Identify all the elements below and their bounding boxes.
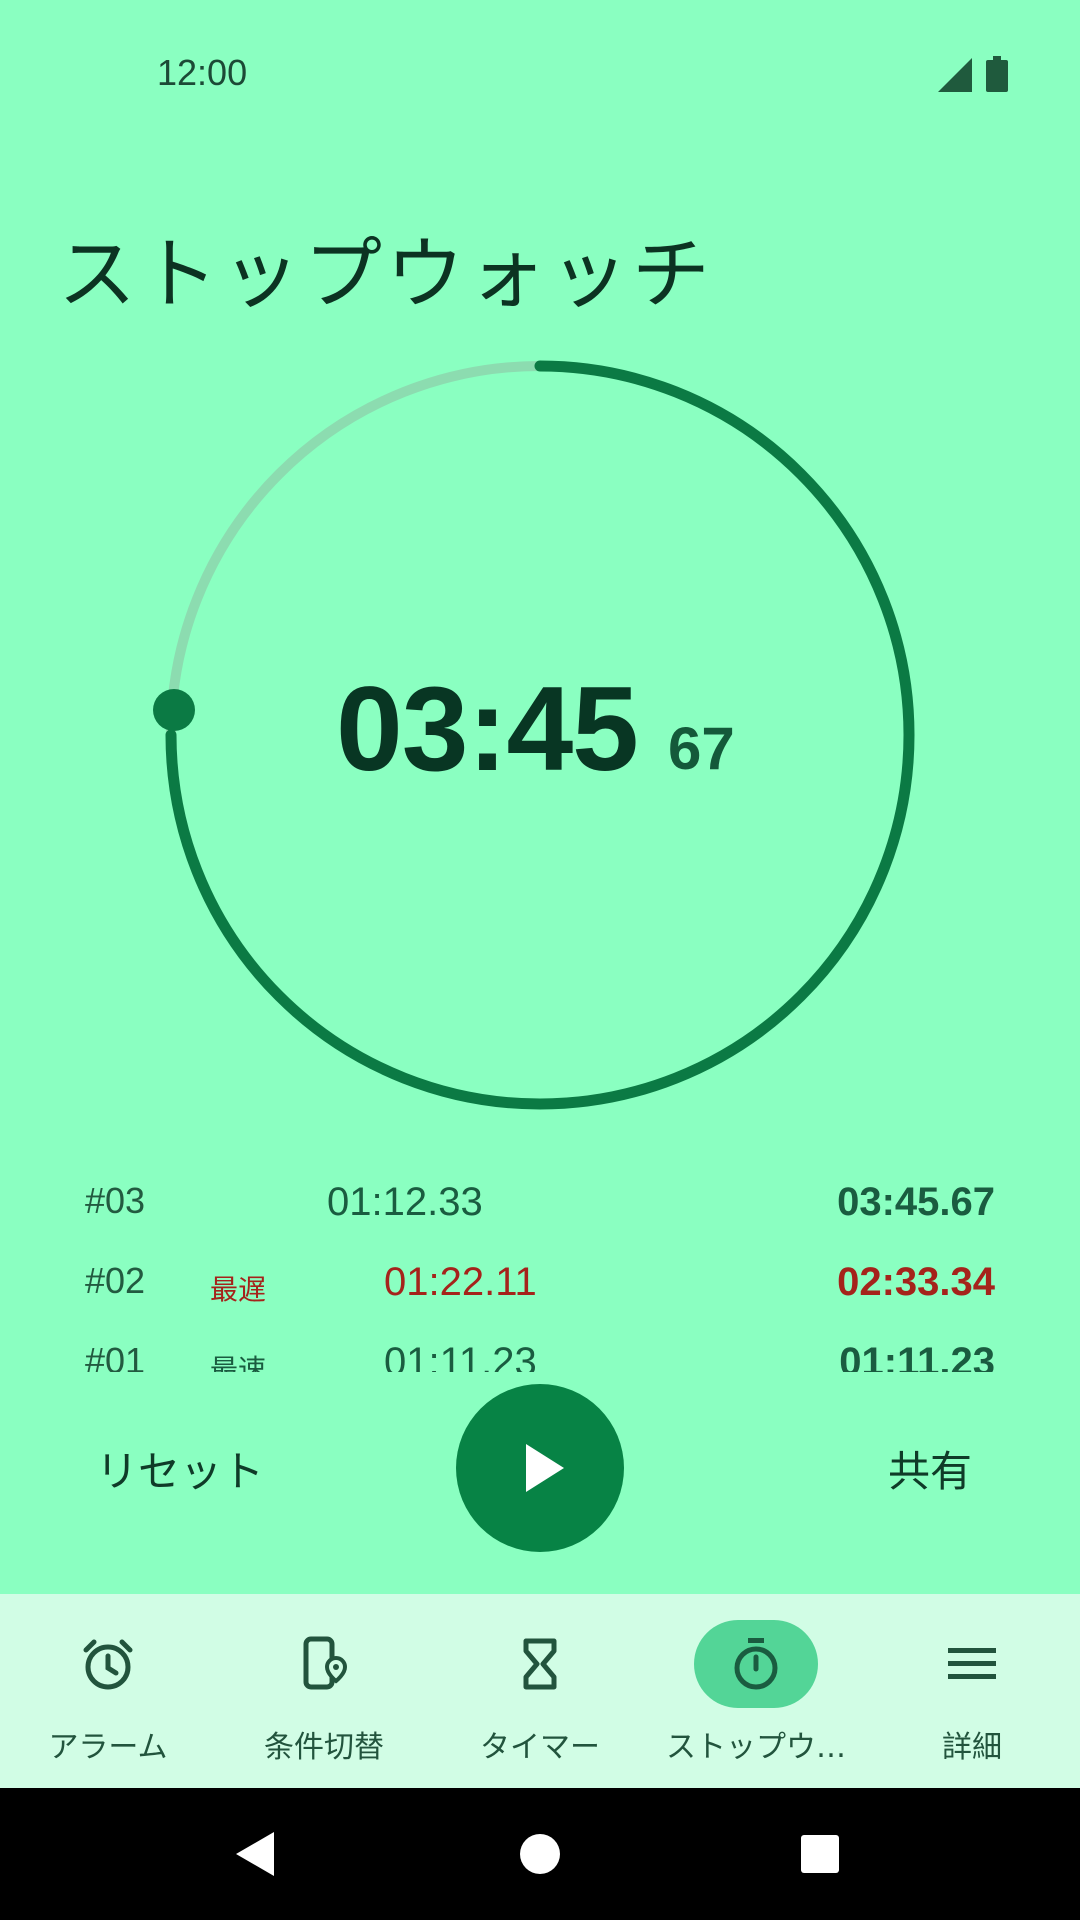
home-button[interactable] — [500, 1788, 580, 1920]
nav-icon-container — [910, 1620, 1034, 1708]
nav-label: 詳細 — [942, 1730, 1002, 1765]
nav-label: 条件切替 — [264, 1730, 384, 1765]
reset-button[interactable]: リセット — [96, 1438, 264, 1499]
back-button[interactable] — [216, 1788, 296, 1920]
lap-list[interactable]: #03 01:12.33 03:45.67 #02 最遅 01:22.11 02… — [0, 1160, 1080, 1372]
lap-row: #03 01:12.33 03:45.67 — [0, 1160, 1080, 1240]
lap-total: 03:45.67 — [837, 1180, 995, 1224]
lap-tag-slowest: 最遅 — [210, 1274, 267, 1305]
system-navigation-bar — [0, 1788, 1080, 1920]
nav-label: アラーム — [48, 1730, 168, 1765]
bottom-navigation: アラーム 条件切替 タイマー ストップウ… 詳細 — [0, 1594, 1080, 1788]
elapsed-time: 03:45 — [336, 662, 639, 796]
nav-label: ストップウ… — [666, 1730, 846, 1765]
nav-item-stopwatch[interactable]: ストップウ… — [648, 1594, 864, 1788]
lap-total: 01:11.23 — [839, 1340, 995, 1372]
nav-icon-container — [46, 1620, 170, 1708]
nav-icon-container — [478, 1620, 602, 1708]
home-icon — [520, 1834, 560, 1874]
dial-position-marker — [153, 689, 195, 731]
lap-time: 01:12.33 — [327, 1180, 483, 1224]
lap-total: 02:33.34 — [837, 1260, 995, 1304]
nav-label: タイマー — [480, 1730, 600, 1765]
alarm-clock-icon — [83, 1639, 133, 1690]
stopwatch-dial — [153, 360, 915, 1110]
lap-number: #01 — [85, 1340, 146, 1372]
lap-row: #02 最遅 01:22.11 02:33.34 — [0, 1240, 1080, 1320]
menu-icon — [948, 1648, 996, 1679]
play-button[interactable] — [456, 1384, 624, 1552]
phone-location-icon — [303, 1636, 348, 1690]
nav-icon-container-active — [694, 1620, 818, 1708]
recents-button[interactable] — [780, 1788, 860, 1920]
elapsed-centiseconds: 67 — [668, 715, 735, 782]
hourglass-icon — [523, 1638, 557, 1690]
nav-item-alarm[interactable]: アラーム — [0, 1594, 216, 1788]
play-icon — [526, 1444, 564, 1492]
lap-tag-fastest: 最速 — [210, 1354, 267, 1372]
share-button[interactable]: 共有 — [888, 1438, 972, 1499]
lap-time: 01:11.23 — [384, 1340, 537, 1372]
stopwatch-icon — [734, 1638, 778, 1690]
lap-time: 01:22.11 — [384, 1260, 537, 1304]
lap-number: #03 — [85, 1180, 146, 1221]
nav-item-timer[interactable]: タイマー — [432, 1594, 648, 1788]
nav-item-details[interactable]: 詳細 — [864, 1594, 1080, 1788]
recents-icon — [801, 1835, 839, 1873]
lap-number: #02 — [85, 1260, 146, 1301]
nav-item-condition-switch[interactable]: 条件切替 — [216, 1594, 432, 1788]
stopwatch-controls: リセット 共有 — [0, 1370, 1080, 1570]
nav-icon-container — [262, 1620, 386, 1708]
back-icon — [236, 1832, 274, 1876]
lap-row: #01 最速 01:11.23 01:11.23 — [0, 1320, 1080, 1372]
